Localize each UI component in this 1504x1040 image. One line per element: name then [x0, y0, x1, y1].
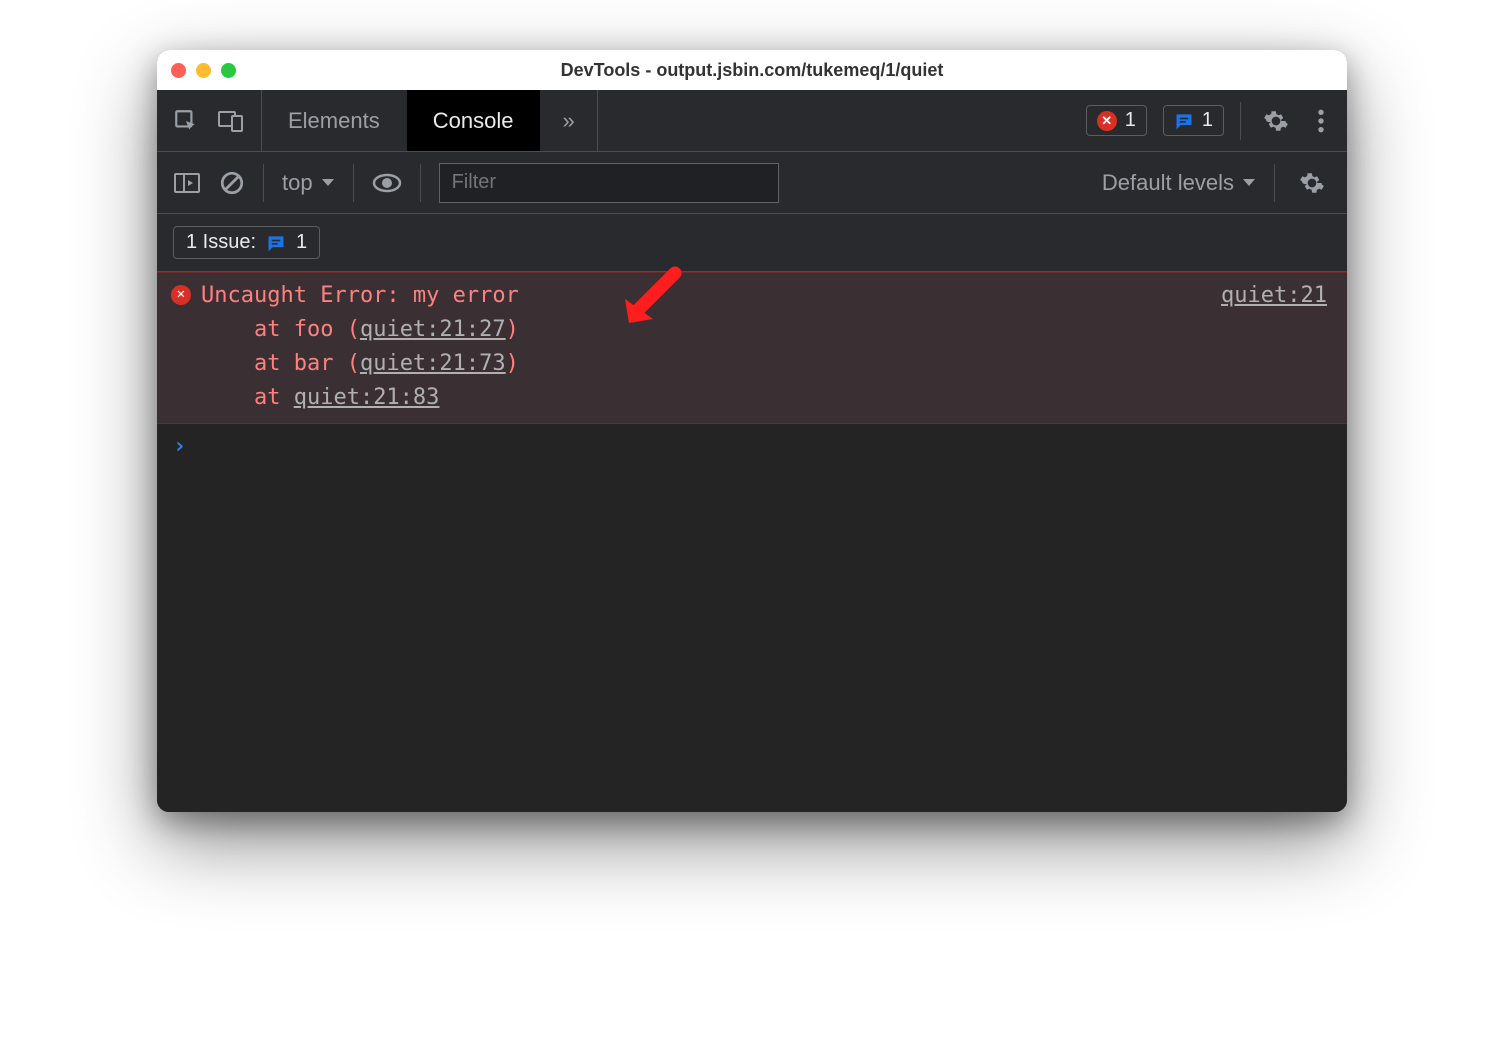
device-mode-icon[interactable] [217, 108, 245, 134]
issues-bar: 1 Issue: 1 [157, 214, 1347, 272]
console-prompt[interactable]: › [157, 424, 1347, 469]
console-settings-icon[interactable] [1293, 170, 1331, 196]
stack-frame-link[interactable]: quiet:21:27 [360, 317, 506, 342]
window-controls [171, 63, 236, 78]
issue-icon [1174, 111, 1194, 131]
chevron-down-icon [321, 178, 335, 188]
error-icon: ✕ [1097, 111, 1117, 131]
panel-tabbar: Elements Console » ✕ 1 1 [157, 90, 1347, 152]
window-title: DevTools - output.jsbin.com/tukemeq/1/qu… [157, 60, 1347, 81]
issues-button[interactable]: 1 Issue: 1 [173, 226, 320, 259]
error-icon: ✕ [171, 285, 191, 305]
levels-label: Default levels [1102, 170, 1234, 196]
minimize-icon[interactable] [196, 63, 211, 78]
stack-frame-link[interactable]: quiet:21:83 [294, 385, 440, 410]
devtools-window: DevTools - output.jsbin.com/tukemeq/1/qu… [157, 50, 1347, 812]
tab-elements[interactable]: Elements [262, 90, 407, 151]
chevron-down-icon [1242, 178, 1256, 188]
inspect-icon[interactable] [173, 108, 199, 134]
console-error-message[interactable]: ✕ Uncaught Error: my error at foo (quiet… [157, 272, 1347, 424]
log-levels-selector[interactable]: Default levels [1102, 170, 1256, 196]
tabs-overflow-button[interactable]: » [540, 90, 597, 151]
console-messages: ✕ Uncaught Error: my error at foo (quiet… [157, 272, 1347, 812]
error-text: Uncaught Error: my error at foo (quiet:2… [201, 279, 1329, 415]
close-icon[interactable] [171, 63, 186, 78]
issues-count: 1 [296, 231, 307, 254]
error-count-badge[interactable]: ✕ 1 [1086, 105, 1147, 136]
filter-input[interactable] [439, 163, 779, 203]
toggle-drawer-icon[interactable] [173, 171, 201, 195]
context-selector[interactable]: top [282, 170, 335, 196]
issue-count-badge[interactable]: 1 [1163, 105, 1224, 136]
console-toolbar: top Default levels [157, 152, 1347, 214]
error-source-link[interactable]: quiet:21 [1221, 279, 1327, 313]
issues-label: 1 Issue: [186, 231, 256, 254]
error-count: 1 [1125, 109, 1136, 132]
settings-icon[interactable] [1257, 108, 1295, 134]
issue-count: 1 [1202, 109, 1213, 132]
stack-frame-link[interactable]: quiet:21:73 [360, 351, 506, 376]
clear-console-icon[interactable] [219, 170, 245, 196]
context-label: top [282, 170, 313, 196]
more-menu-icon[interactable] [1311, 108, 1331, 134]
issue-icon [266, 233, 286, 253]
maximize-icon[interactable] [221, 63, 236, 78]
titlebar: DevTools - output.jsbin.com/tukemeq/1/qu… [157, 50, 1347, 90]
tab-console[interactable]: Console [407, 90, 541, 151]
live-expression-icon[interactable] [372, 172, 402, 194]
